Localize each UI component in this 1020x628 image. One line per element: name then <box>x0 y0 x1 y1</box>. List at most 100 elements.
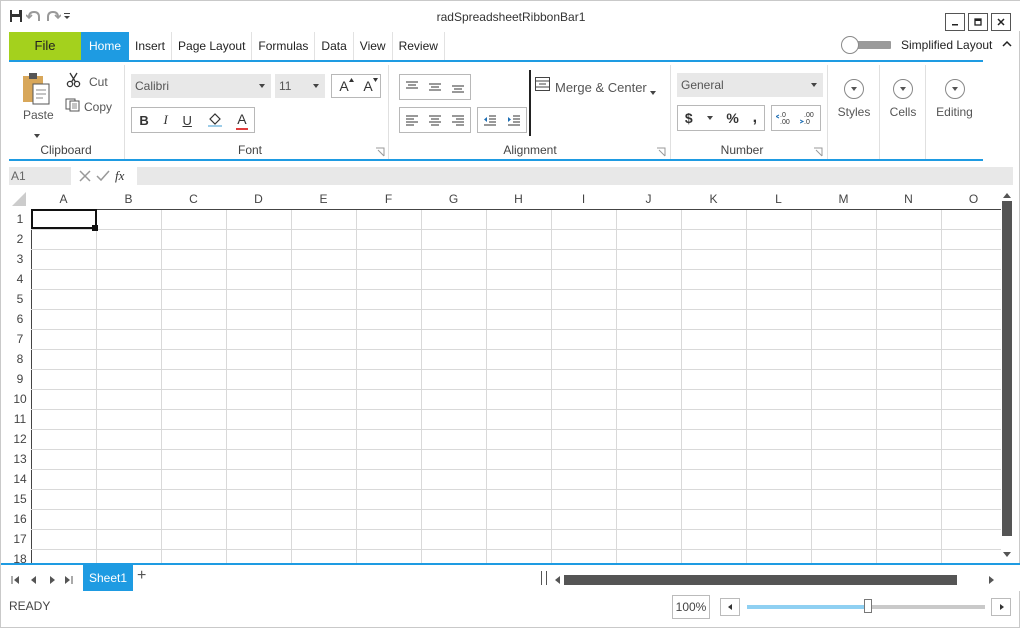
align-middle-icon[interactable] <box>428 81 442 93</box>
percent-button[interactable]: % <box>726 110 738 126</box>
minimize-button[interactable] <box>945 13 965 31</box>
column-header-g[interactable]: G <box>421 189 486 209</box>
first-sheet-icon[interactable] <box>11 575 21 585</box>
horizontal-scroll-thumb[interactable] <box>564 575 957 585</box>
number-dialog-launcher-icon[interactable] <box>813 146 823 157</box>
column-header-a[interactable]: A <box>31 189 96 209</box>
align-left-icon[interactable] <box>405 114 419 126</box>
align-bottom-icon[interactable] <box>451 81 465 93</box>
collapse-ribbon-icon[interactable] <box>1002 37 1012 51</box>
close-button[interactable] <box>991 13 1011 31</box>
column-header-m[interactable]: M <box>811 189 876 209</box>
row-header-3[interactable]: 3 <box>9 252 31 272</box>
scroll-down-icon[interactable] <box>1002 551 1012 559</box>
row-header-9[interactable]: 9 <box>9 372 31 392</box>
tab-home[interactable]: Home <box>81 32 129 60</box>
row-header-17[interactable]: 17 <box>9 532 31 552</box>
scroll-right-icon[interactable] <box>987 575 995 585</box>
row-header-10[interactable]: 10 <box>9 392 31 412</box>
decrease-decimal-icon[interactable]: .00.0 <box>800 111 816 125</box>
alignment-dialog-launcher-icon[interactable] <box>656 146 666 157</box>
fill-color-icon[interactable] <box>207 111 223 130</box>
comma-button[interactable]: , <box>753 110 757 126</box>
sheet-tab-sheet1[interactable]: Sheet1 <box>83 565 133 591</box>
vertical-scrollbar[interactable] <box>1001 189 1013 564</box>
column-header-k[interactable]: K <box>681 189 746 209</box>
row-header-2[interactable]: 2 <box>9 232 31 252</box>
align-right-icon[interactable] <box>451 114 465 126</box>
tab-page-layout[interactable]: Page Layout <box>172 32 253 60</box>
cancel-formula-icon[interactable] <box>79 170 91 185</box>
last-sheet-icon[interactable] <box>63 575 73 585</box>
prev-sheet-icon[interactable] <box>29 575 39 585</box>
column-header-n[interactable]: N <box>876 189 941 209</box>
zoom-out-button[interactable] <box>720 598 740 616</box>
insert-function-button[interactable]: fx <box>115 168 124 184</box>
merge-dropdown-icon[interactable] <box>650 85 656 99</box>
scroll-up-icon[interactable] <box>1002 191 1012 199</box>
add-sheet-button[interactable]: + <box>137 567 146 585</box>
row-header-7[interactable]: 7 <box>9 332 31 352</box>
font-dialog-launcher-icon[interactable] <box>375 146 385 157</box>
tab-formulas[interactable]: Formulas <box>252 32 316 60</box>
currency-dropdown-icon[interactable] <box>706 115 713 121</box>
row-header-8[interactable]: 8 <box>9 352 31 372</box>
tab-view[interactable]: View <box>354 32 393 60</box>
decrease-indent-icon[interactable] <box>483 114 497 126</box>
cut-button[interactable]: Cut <box>89 75 108 89</box>
column-header-e[interactable]: E <box>291 189 356 209</box>
font-name-combo[interactable]: Calibri <box>131 74 271 98</box>
column-header-h[interactable]: H <box>486 189 551 209</box>
copy-button[interactable]: Copy <box>84 100 112 114</box>
row-header-5[interactable]: 5 <box>9 292 31 312</box>
column-header-b[interactable]: B <box>96 189 161 209</box>
maximize-button[interactable] <box>968 13 988 31</box>
column-header-o[interactable]: O <box>941 189 1001 209</box>
paste-icon[interactable] <box>21 72 57 106</box>
column-header-f[interactable]: F <box>356 189 421 209</box>
number-format-combo[interactable]: General <box>677 73 823 97</box>
tab-file[interactable]: File <box>9 32 81 60</box>
row-header-4[interactable]: 4 <box>9 272 31 292</box>
paste-dropdown-icon[interactable] <box>34 128 40 142</box>
next-sheet-icon[interactable] <box>47 575 57 585</box>
increase-decimal-icon[interactable]: .0.00 <box>776 111 792 125</box>
styles-button[interactable]: Styles <box>828 72 880 132</box>
zoom-slider-track[interactable] <box>747 599 985 613</box>
paste-button[interactable]: Paste <box>23 108 54 122</box>
row-header-11[interactable]: 11 <box>9 412 31 432</box>
tab-review[interactable]: Review <box>393 32 445 60</box>
zoom-slider-thumb[interactable] <box>864 599 872 613</box>
editing-button[interactable]: Editing <box>926 72 983 132</box>
shrink-font-button[interactable]: A <box>363 78 379 94</box>
merge-center-button[interactable]: Merge & Center <box>555 80 647 95</box>
zoom-level[interactable]: 100% <box>672 595 710 619</box>
zoom-in-button[interactable] <box>991 598 1011 616</box>
cells-button[interactable]: Cells <box>880 72 926 132</box>
column-header-c[interactable]: C <box>161 189 226 209</box>
fill-handle[interactable] <box>92 225 98 231</box>
row-header-14[interactable]: 14 <box>9 472 31 492</box>
tab-insert[interactable]: Insert <box>129 32 173 60</box>
underline-button[interactable]: U <box>182 113 191 128</box>
row-header-12[interactable]: 12 <box>9 432 31 452</box>
column-header-j[interactable]: J <box>616 189 681 209</box>
font-size-combo[interactable]: 11 <box>275 74 325 98</box>
column-header-d[interactable]: D <box>226 189 291 209</box>
cut-icon[interactable] <box>66 72 82 91</box>
scroll-left-icon[interactable] <box>554 575 562 585</box>
bold-button[interactable]: B <box>139 113 148 128</box>
accept-formula-icon[interactable] <box>96 170 110 185</box>
row-header-16[interactable]: 16 <box>9 512 31 532</box>
column-header-l[interactable]: L <box>746 189 811 209</box>
font-color-button[interactable]: A <box>236 111 248 130</box>
vertical-scroll-thumb[interactable] <box>1002 201 1012 536</box>
tab-data[interactable]: Data <box>315 32 354 60</box>
row-header-1[interactable]: 1 <box>9 212 31 232</box>
copy-icon[interactable] <box>65 98 81 115</box>
splitter-handle[interactable] <box>541 571 547 585</box>
italic-button[interactable]: I <box>163 112 167 128</box>
column-header-i[interactable]: I <box>551 189 616 209</box>
formula-input[interactable] <box>137 167 1013 185</box>
merge-center-icon[interactable] <box>535 77 550 94</box>
